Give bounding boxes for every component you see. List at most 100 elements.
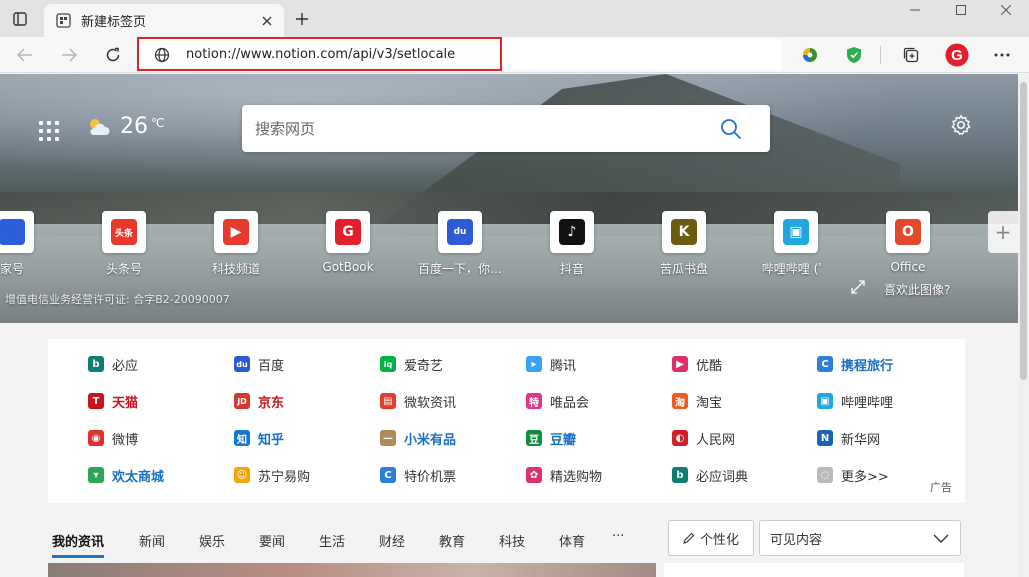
shopping-icon: ✿ xyxy=(526,467,542,483)
news-tab[interactable]: 娱乐 xyxy=(199,531,225,550)
more-horizontal-icon xyxy=(994,53,1010,57)
quick-link-label: 头条号 xyxy=(105,262,142,276)
active-tab[interactable]: 新建标签页 xyxy=(44,4,284,37)
site-link-label: 人民网 xyxy=(696,432,736,448)
site-link-label: 淘宝 xyxy=(696,395,723,411)
url-text[interactable]: notion://www.notion.com/api/v3/setlocale xyxy=(186,47,455,62)
expand-icon[interactable] xyxy=(851,280,865,294)
quick-link-tile[interactable]: ▣ 哔哩哔哩 (゜ xyxy=(744,209,844,279)
forward-button[interactable] xyxy=(54,41,84,69)
news-tab[interactable]: 科技 xyxy=(499,531,525,550)
site-link[interactable]: ▣ 哔哩哔哩 xyxy=(817,390,893,412)
personalize-label: 个性化 xyxy=(699,532,739,548)
news-tab[interactable]: 生活 xyxy=(319,531,345,550)
news-tab[interactable]: 财经 xyxy=(379,531,405,550)
quick-link-tile[interactable]: 头条 头条号 xyxy=(72,209,172,279)
visible-content-select[interactable]: 可见内容 xyxy=(759,520,961,556)
site-link[interactable]: iq 爱奇艺 xyxy=(380,353,443,375)
site-link[interactable]: ◌ 更多>> xyxy=(817,464,889,486)
site-link[interactable]: ▶ 优酷 xyxy=(672,353,722,375)
app-launcher-button[interactable] xyxy=(36,118,62,144)
quick-link-tile[interactable]: du 百度一下，你… xyxy=(408,209,508,279)
minimize-button[interactable] xyxy=(892,0,938,20)
quick-link-label: 家号 xyxy=(0,262,24,276)
temperature: 26 xyxy=(120,114,148,139)
search-input[interactable] xyxy=(253,118,720,139)
quick-link-tile[interactable]: ♪ 抖音 xyxy=(520,209,620,279)
site-link[interactable]: 淘淘宝 xyxy=(672,390,722,412)
flight-icon: C xyxy=(380,467,396,483)
paw-icon: 🐾 xyxy=(0,211,34,253)
youpin-icon: — xyxy=(380,430,396,446)
quick-link-label: Office xyxy=(890,260,926,274)
weather-widget[interactable]: 26 ℃ xyxy=(86,114,164,139)
site-link[interactable]: ▤ 微软资讯 xyxy=(380,390,456,412)
site-link[interactable]: ▾ 欢太商城 xyxy=(88,464,164,486)
news-tab[interactable]: 体育 xyxy=(559,531,585,550)
refresh-button[interactable] xyxy=(98,41,128,69)
like-image-link[interactable]: 喜欢此图像? xyxy=(884,281,950,298)
personalize-button[interactable]: 个性化 xyxy=(668,520,754,556)
minimize-icon xyxy=(910,9,920,11)
page-settings-button[interactable] xyxy=(950,114,974,138)
hero-background: 26 ℃ 🐾 家号 头条头条号 ▶ 科技频道 G GotBook du 百度一下，你… ♪ 抖音 K苦… xyxy=(0,74,1018,323)
new-tab-page-icon xyxy=(56,13,71,28)
quick-link-tile[interactable]: K 苦瓜书盘 xyxy=(632,209,732,279)
search-button[interactable] xyxy=(720,118,750,140)
site-link-label: 优酷 xyxy=(696,358,723,374)
toutiao-icon: 头条 xyxy=(102,211,146,253)
site-link[interactable]: b 必应词典 xyxy=(672,464,748,486)
site-link[interactable]: ☺ 苏宁易购 xyxy=(234,464,310,486)
profile-button[interactable]: G xyxy=(943,41,971,69)
news-tab[interactable]: 教育 xyxy=(439,531,465,550)
site-link[interactable]: T 天猫 xyxy=(88,390,138,412)
site-link[interactable]: C 特价机票 xyxy=(380,464,456,486)
site-link[interactable]: b 必应 xyxy=(88,353,138,375)
site-link[interactable]: JD 京东 xyxy=(234,390,284,412)
news-card-right[interactable] xyxy=(664,563,964,577)
site-link[interactable]: 特唯品会 xyxy=(526,390,589,412)
site-link[interactable]: ◐ 人民网 xyxy=(672,427,735,449)
back-button[interactable] xyxy=(10,41,40,69)
site-link[interactable]: N 新华网 xyxy=(817,427,880,449)
extension-button-1[interactable] xyxy=(796,41,824,69)
news-more-button[interactable]: ··· xyxy=(612,529,624,544)
site-link[interactable]: C 携程旅行 xyxy=(817,353,893,375)
quick-link-tile[interactable]: 🐾 家号 xyxy=(0,209,60,279)
scrollbar-thumb[interactable] xyxy=(1020,82,1027,380)
tab-actions-button[interactable] xyxy=(6,7,34,31)
quick-link-tile[interactable]: G GotBook xyxy=(296,209,396,279)
close-tab-button[interactable] xyxy=(254,8,280,34)
add-quick-link-button[interactable]: + xyxy=(988,211,1018,253)
address-bar[interactable]: notion://www.notion.com/api/v3/setlocale xyxy=(138,39,782,70)
site-link-label: 微软资讯 xyxy=(404,395,457,411)
settings-more-button[interactable] xyxy=(988,41,1016,69)
site-link[interactable]: 豆豆瓣 xyxy=(526,427,576,449)
news-tab[interactable]: 新闻 xyxy=(139,531,165,550)
site-link[interactable]: ▸ 腾讯 xyxy=(526,353,576,375)
maximize-button[interactable] xyxy=(938,0,984,20)
quick-link-tile[interactable]: ▶ 科技频道 xyxy=(184,209,284,279)
site-link[interactable]: du 百度 xyxy=(234,353,284,375)
news-tab[interactable]: 我的资讯 xyxy=(52,531,105,558)
news-tab[interactable]: 要闻 xyxy=(259,531,285,550)
page-scrollbar[interactable] xyxy=(1018,74,1029,577)
ad-label: 广告 xyxy=(930,481,952,494)
tab-strip: 新建标签页 xyxy=(0,0,1029,37)
extension-button-2[interactable] xyxy=(840,41,868,69)
collections-button[interactable] xyxy=(897,41,925,69)
site-link-label: 必应词典 xyxy=(696,469,749,485)
site-link-label: 知乎 xyxy=(258,432,285,448)
news-image-card[interactable] xyxy=(48,563,656,577)
new-tab-button[interactable] xyxy=(288,6,316,32)
site-link[interactable]: ◉ 微博 xyxy=(88,427,138,449)
web-search-box[interactable] xyxy=(242,105,770,152)
site-link[interactable]: — 小米有品 xyxy=(380,427,456,449)
close-window-button[interactable] xyxy=(983,0,1029,20)
quick-link-tile[interactable]: O Office xyxy=(856,209,956,279)
close-icon xyxy=(1001,5,1011,15)
site-link-label: 哔哩哔哩 xyxy=(841,395,894,411)
site-link[interactable]: ✿ 精选购物 xyxy=(526,464,602,486)
site-link[interactable]: 知知乎 xyxy=(234,427,284,449)
bing-icon: b xyxy=(88,356,104,372)
